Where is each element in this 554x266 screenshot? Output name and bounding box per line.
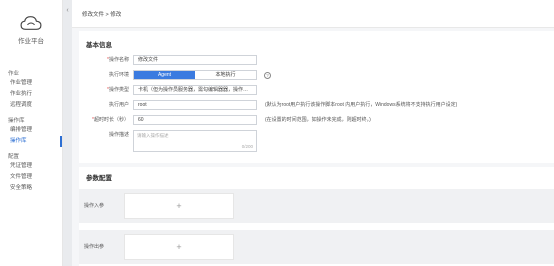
sidebar-item-security[interactable]: 安全策略	[0, 183, 62, 194]
sidebar-item-operation-lib[interactable]: 操作库	[0, 136, 62, 147]
field-label: 操作描述	[108, 132, 129, 138]
params-panel: 参数配置 操作入参 + 操作出参 +	[79, 167, 554, 266]
basic-info-panel: 基本信息 *操作名称 修改文件 执行环境 Agent 本地执行 ? *操作类型 …	[79, 31, 554, 163]
operation-type-select[interactable]: 卡机（但为操作员服务器，需勾编辑器器，操作…	[133, 85, 257, 95]
app-name: 作业平台	[18, 37, 44, 45]
sidebar-item-job-manage[interactable]: 作业管理	[0, 78, 62, 89]
logo: 作业平台	[0, 0, 62, 58]
description-placeholder: 请输入操作描述	[137, 133, 169, 138]
app-root: 作业平台 作业 作业管理 作业执行 远程调度 操作库 编排管理 操作库 配置 凭…	[0, 0, 554, 266]
form-row-timeout: *超时时长（秒） 60 (在设置的时间范围，如操作未完成，则超时终，)	[79, 115, 554, 126]
section-title: 基本信息	[86, 42, 112, 49]
exec-user-input[interactable]: root	[133, 100, 257, 110]
output-params-label: 操作出参	[84, 244, 105, 250]
sidebar: 作业平台 作业 作业管理 作业执行 远程调度 操作库 编排管理 操作库 配置 凭…	[0, 0, 63, 266]
input-params-slot: 操作入参 +	[79, 189, 554, 223]
chevron-left-icon: ‹	[66, 7, 69, 14]
sidebar-nav: 作业 作业管理 作业执行 远程调度 操作库 编排管理 操作库 配置 凭证管理 文…	[0, 58, 62, 194]
form-row-exec-mode: 执行环境 Agent 本地执行 ?	[79, 70, 554, 81]
form-row-desc: 操作描述 请输入操作描述 0/200	[79, 130, 554, 152]
nav-group-title: 作业	[8, 71, 20, 77]
form-row-user: 执行用户 root (默认为root用户执行该操作脚本root 内用户执行，Wi…	[79, 100, 554, 111]
field-label: *超时时长（秒）	[92, 117, 129, 123]
add-output-param-button[interactable]: +	[124, 234, 234, 260]
output-params-slot: 操作出参 +	[79, 230, 554, 264]
nav-group-title: 配置	[8, 154, 20, 160]
cloud-logo-icon	[20, 15, 42, 30]
sidebar-item-orchestration[interactable]: 编排管理	[0, 125, 62, 136]
input-params-label: 操作入参	[84, 203, 105, 209]
sidebar-item-files[interactable]: 文件管理	[0, 172, 62, 183]
sidebar-item-remote[interactable]: 远程调度	[0, 100, 62, 111]
breadcrumb: 修改文件 > 修改	[72, 0, 554, 28]
field-label: *操作类型	[107, 87, 129, 93]
help-icon[interactable]: ?	[264, 72, 271, 79]
field-label: 执行用户	[108, 102, 129, 108]
form-row-type: *操作类型 卡机（但为操作员服务器，需勾编辑器器，操作…	[79, 85, 554, 96]
form-row-name: *操作名称 修改文件	[79, 55, 554, 66]
sidebar-item-credential[interactable]: 凭证管理	[0, 161, 62, 172]
main-content: 修改文件 > 修改 基本信息 *操作名称 修改文件 执行环境 Agent 本地执…	[72, 0, 554, 266]
exec-mode-toggle: Agent 本地执行	[133, 70, 257, 80]
sidebar-item-job-exec[interactable]: 作业执行	[0, 89, 62, 100]
sidebar-collapse-button[interactable]: ‹	[63, 0, 72, 266]
timeout-hint: (在设置的时间范围，如操作未完成，则超时终，)	[265, 117, 371, 123]
field-label: *操作名称	[107, 57, 129, 63]
description-textarea[interactable]: 请输入操作描述 0/200	[133, 130, 257, 152]
exec-user-hint: (默认为root用户执行该操作脚本root 内用户执行，Windows系统将不支…	[265, 102, 458, 108]
exec-mode-agent-option[interactable]: Agent	[134, 71, 195, 79]
exec-mode-local-option[interactable]: 本地执行	[195, 71, 256, 79]
timeout-input[interactable]: 60	[133, 115, 257, 125]
operation-name-input[interactable]: 修改文件	[133, 55, 257, 65]
field-label: 执行环境	[108, 72, 129, 78]
section-title: 参数配置	[86, 175, 112, 182]
add-input-param-button[interactable]: +	[124, 193, 234, 219]
nav-group-title: 操作库	[8, 118, 25, 124]
char-counter: 0/200	[241, 144, 253, 149]
